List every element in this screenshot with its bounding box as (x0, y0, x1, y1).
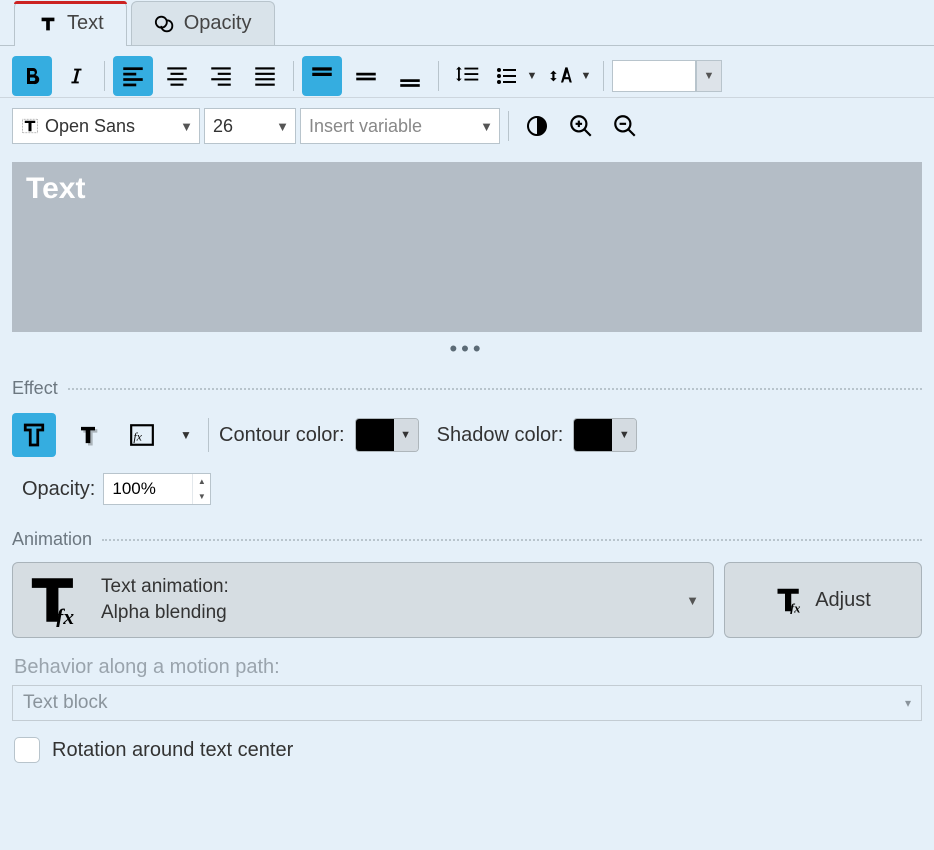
zoom-in-button[interactable] (561, 106, 601, 146)
valign-bottom-button[interactable] (390, 56, 430, 96)
chevron-down-icon: ▼ (686, 593, 699, 608)
tab-opacity[interactable]: Opacity (131, 1, 275, 45)
font-family-select[interactable]: Open Sans ▼ (12, 108, 200, 144)
rotation-checkbox[interactable] (14, 737, 40, 763)
separator (104, 61, 105, 91)
animation-header: Animation (0, 529, 934, 550)
adjust-button[interactable]: fx Adjust (724, 562, 922, 638)
tab-text[interactable]: Text (14, 1, 127, 46)
font-family-value: Open Sans (45, 116, 135, 137)
behavior-select[interactable]: Text block ▾ (12, 685, 922, 721)
opacity-icon (154, 13, 176, 35)
effect-dropdown[interactable]: ▼ (174, 413, 198, 457)
font-size-select[interactable]: 26 ▼ (204, 108, 296, 144)
align-left-button[interactable] (113, 56, 153, 96)
font-size-button[interactable] (545, 56, 577, 96)
contour-color-swatch (356, 419, 394, 451)
bold-button[interactable] (12, 56, 52, 96)
chevron-down-icon: ▼ (612, 419, 636, 451)
opacity-value[interactable] (104, 474, 192, 504)
valign-top-button[interactable] (302, 56, 342, 96)
opacity-row: Opacity: ▲ ▼ (0, 463, 934, 523)
list-button[interactable] (491, 56, 523, 96)
contrast-button[interactable] (517, 106, 557, 146)
separator (438, 61, 439, 91)
shadow-color-picker[interactable]: ▼ (573, 418, 637, 452)
effect-header-label: Effect (12, 378, 58, 399)
align-justify-button[interactable] (245, 56, 285, 96)
chevron-down-icon: ▼ (276, 119, 289, 134)
valign-middle-button[interactable] (346, 56, 386, 96)
zoom-out-button[interactable] (605, 106, 645, 146)
insert-variable-select[interactable]: Insert variable ▼ (300, 108, 500, 144)
svg-text:fx: fx (790, 602, 800, 615)
contour-color-picker[interactable]: ▼ (355, 418, 419, 452)
adjust-label: Adjust (815, 589, 871, 612)
chevron-down-icon: ▼ (394, 419, 418, 451)
separator (208, 418, 209, 452)
contour-color-label: Contour color: (219, 424, 345, 447)
shadow-color-swatch (574, 419, 612, 451)
animation-select[interactable]: fx Text animation: Alpha blending ▼ (12, 562, 714, 638)
animation-value: Alpha blending (101, 600, 670, 626)
line-spacing-button[interactable] (447, 56, 487, 96)
effect-fx-button[interactable]: fx (120, 413, 164, 457)
font-icon (21, 117, 39, 135)
color-swatch[interactable] (612, 60, 696, 92)
text-icon (37, 13, 59, 35)
color-dropdown[interactable]: ▼ (696, 60, 722, 92)
align-center-button[interactable] (157, 56, 197, 96)
italic-button[interactable] (56, 56, 96, 96)
effect-header: Effect (0, 378, 934, 399)
rotation-checkbox-row: Rotation around text center (0, 735, 934, 765)
font-size-value: 26 (213, 116, 233, 137)
chevron-down-icon: ▼ (180, 119, 193, 134)
preview-text: Text (26, 172, 85, 205)
format-toolbar: ▼ ▼ ▼ (0, 46, 934, 98)
tab-bar: Text Opacity (0, 0, 934, 46)
chevron-down-icon: ▾ (905, 696, 911, 710)
separator (293, 61, 294, 91)
opacity-label: Opacity: (22, 478, 95, 501)
svg-text:fx: fx (56, 605, 74, 627)
text-preview[interactable]: Text (12, 162, 922, 332)
insert-variable-label: Insert variable (309, 116, 422, 137)
animation-row: fx Text animation: Alpha blending ▼ fx A… (0, 550, 934, 656)
separator (508, 111, 509, 141)
effect-toolbar: fx ▼ Contour color: ▼ Shadow color: ▼ (0, 399, 934, 463)
align-right-button[interactable] (201, 56, 241, 96)
rotation-label: Rotation around text center (52, 739, 293, 762)
animation-header-label: Animation (12, 529, 92, 550)
separator (603, 61, 604, 91)
text-fx-icon: fx (27, 573, 85, 627)
tab-opacity-label: Opacity (184, 12, 252, 35)
behavior-value: Text block (23, 692, 107, 714)
text-fx-icon: fx (775, 586, 805, 614)
animation-label: Text animation: (101, 574, 670, 600)
tab-text-label: Text (67, 12, 104, 35)
svg-text:fx: fx (133, 429, 142, 443)
shadow-color-label: Shadow color: (437, 424, 564, 447)
opacity-input[interactable]: ▲ ▼ (103, 473, 211, 505)
effect-shadow-button[interactable] (66, 413, 110, 457)
effect-outline-button[interactable] (12, 413, 56, 457)
spin-down[interactable]: ▼ (193, 489, 210, 504)
expand-handle[interactable]: ••• (0, 332, 934, 372)
chevron-down-icon: ▼ (480, 119, 493, 134)
list-dropdown[interactable]: ▼ (523, 56, 541, 96)
behavior-label: Behavior along a motion path: (0, 656, 934, 679)
font-toolbar: Open Sans ▼ 26 ▼ Insert variable ▼ (0, 98, 934, 154)
font-size-dropdown[interactable]: ▼ (577, 56, 595, 96)
spin-up[interactable]: ▲ (193, 474, 210, 489)
